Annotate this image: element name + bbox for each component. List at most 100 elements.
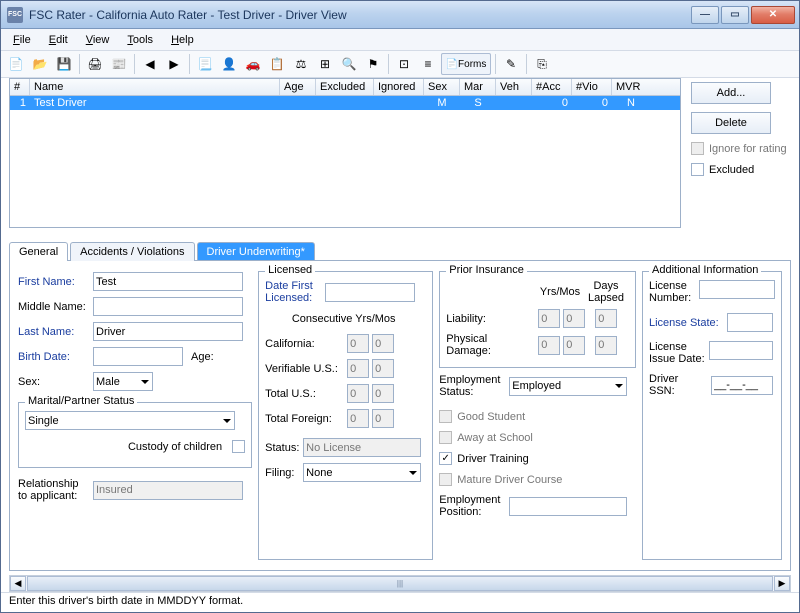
sex-select[interactable]: Male <box>93 372 153 391</box>
marital-select[interactable]: Single <box>25 411 235 430</box>
ca-label: California: <box>265 338 347 350</box>
checkbox-icon[interactable]: ✓ <box>439 452 452 465</box>
minimize-button[interactable]: — <box>691 6 719 24</box>
open-icon[interactable]: 📂 <box>29 53 51 75</box>
maximize-button[interactable]: ▭ <box>721 6 749 24</box>
tab-accidents[interactable]: Accidents / Violations <box>70 242 194 261</box>
middle-name-input[interactable] <box>93 297 243 316</box>
tus-yrs-input[interactable] <box>347 384 369 403</box>
calc-icon[interactable]: ⊡ <box>393 53 415 75</box>
scroll-thumb[interactable]: ||| <box>27 576 773 591</box>
lic-num-label: License Number: <box>649 280 699 304</box>
employment-label: Employment Status: <box>439 374 509 398</box>
col-veh[interactable]: Veh <box>496 79 532 95</box>
col-mvr[interactable]: MVR <box>612 79 650 95</box>
print-icon[interactable]: 🖨 <box>84 53 106 75</box>
licensed-group: Licensed Date First Licensed: Consecutiv… <box>258 271 433 560</box>
tus-mos-input[interactable] <box>372 384 394 403</box>
next-icon[interactable]: ▶ <box>163 53 185 75</box>
birth-date-input[interactable] <box>93 347 183 366</box>
date-licensed-label: Date First Licensed: <box>265 280 325 304</box>
col-age[interactable]: Age <box>280 79 316 95</box>
ca-yrs-input[interactable] <box>347 334 369 353</box>
compare-icon[interactable]: ≡ <box>417 53 439 75</box>
lic-state-label: License State: <box>649 317 727 329</box>
col-mar[interactable]: Mar <box>460 79 496 95</box>
pd-yrs-input[interactable] <box>538 336 560 355</box>
relationship-select[interactable]: Insured <box>93 481 243 500</box>
ca-mos-input[interactable] <box>372 334 394 353</box>
pd-mos-input[interactable] <box>563 336 585 355</box>
document-icon[interactable]: 📃 <box>194 53 216 75</box>
date-licensed-input[interactable] <box>325 283 415 302</box>
filing-select[interactable]: None <box>303 463 421 482</box>
menu-view[interactable]: View <box>78 32 118 48</box>
vus-mos-input[interactable] <box>372 359 394 378</box>
exit-icon[interactable]: ⎘ <box>531 53 553 75</box>
tforeign-mos-input[interactable] <box>372 409 394 428</box>
lookup-icon[interactable]: 🔍 <box>338 53 360 75</box>
close-button[interactable]: ✕ <box>751 6 795 24</box>
mature-course-checkbox: Mature Driver Course <box>439 473 636 486</box>
col-name[interactable]: Name <box>30 79 280 95</box>
new-icon[interactable]: 📄 <box>5 53 27 75</box>
breakdown-icon[interactable]: ⊞ <box>314 53 336 75</box>
emp-position-input[interactable] <box>509 497 627 516</box>
ssn-input[interactable] <box>711 376 773 395</box>
liab-days-input[interactable] <box>595 309 617 328</box>
lic-state-input[interactable] <box>727 313 773 332</box>
col-num[interactable]: # <box>10 79 30 95</box>
birth-date-label: Birth Date: <box>18 351 93 363</box>
tab-general[interactable]: General <box>9 242 68 261</box>
custody-checkbox[interactable] <box>232 440 245 453</box>
checkbox-icon <box>439 410 452 423</box>
print-preview-icon[interactable]: 📰 <box>108 53 130 75</box>
clipboard-icon[interactable]: 📋 <box>266 53 288 75</box>
table-row[interactable]: 1 Test Driver M S 0 0 N <box>10 96 680 110</box>
employment-select[interactable]: Employed <box>509 377 627 396</box>
col-vio[interactable]: #Vio <box>572 79 612 95</box>
col-acc[interactable]: #Acc <box>532 79 572 95</box>
menu-tools[interactable]: Tools <box>119 32 161 48</box>
marital-group: Marital/Partner Status Single Custody of… <box>18 402 252 468</box>
col-sex[interactable]: Sex <box>424 79 460 95</box>
liab-yrs-input[interactable] <box>538 309 560 328</box>
driver-training-checkbox[interactable]: ✓Driver Training <box>439 452 636 465</box>
lic-date-input[interactable] <box>709 341 773 360</box>
forms-button[interactable]: 📄Forms <box>441 53 491 75</box>
car-icon[interactable]: 🚗 <box>242 53 264 75</box>
lic-num-input[interactable] <box>699 280 775 299</box>
tab-underwriting[interactable]: Driver Underwriting* <box>197 242 315 261</box>
liab-mos-input[interactable] <box>563 309 585 328</box>
edit-icon[interactable]: ✎ <box>500 53 522 75</box>
scroll-left-button[interactable]: ◀ <box>10 576 26 591</box>
add-button[interactable]: Add... <box>691 82 771 104</box>
person-icon[interactable]: 👤 <box>218 53 240 75</box>
delete-button[interactable]: Delete <box>691 112 771 134</box>
excluded-checkbox[interactable]: Excluded <box>691 163 791 176</box>
status-select[interactable]: No License <box>303 438 421 457</box>
flag-icon[interactable]: ⚑ <box>362 53 384 75</box>
tforeign-yrs-input[interactable] <box>347 409 369 428</box>
scroll-right-button[interactable]: ▶ <box>774 576 790 591</box>
pd-days-input[interactable] <box>595 336 617 355</box>
drivers-grid[interactable]: # Name Age Excluded Ignored Sex Mar Veh … <box>9 78 681 228</box>
checkbox-icon <box>439 473 452 486</box>
scales-icon[interactable]: ⚖ <box>290 53 312 75</box>
save-icon[interactable]: 💾 <box>53 53 75 75</box>
first-name-input[interactable] <box>93 272 243 291</box>
prev-icon[interactable]: ◀ <box>139 53 161 75</box>
side-panel: Add... Delete Ignore for rating Excluded <box>691 78 791 228</box>
col-excluded[interactable]: Excluded <box>316 79 374 95</box>
checkbox-icon <box>439 431 452 444</box>
menu-help[interactable]: Help <box>163 32 202 48</box>
col-ignored[interactable]: Ignored <box>374 79 424 95</box>
prior-insurance-group: Prior Insurance Yrs/MosDays Lapsed Liabi… <box>439 271 636 368</box>
menu-edit[interactable]: Edit <box>41 32 76 48</box>
vus-yrs-input[interactable] <box>347 359 369 378</box>
horizontal-scrollbar[interactable]: ◀ ||| ▶ <box>9 575 791 592</box>
last-name-input[interactable] <box>93 322 243 341</box>
sex-label: Sex: <box>18 376 93 388</box>
menu-file[interactable]: File <box>5 32 39 48</box>
checkbox-icon[interactable] <box>691 163 704 176</box>
